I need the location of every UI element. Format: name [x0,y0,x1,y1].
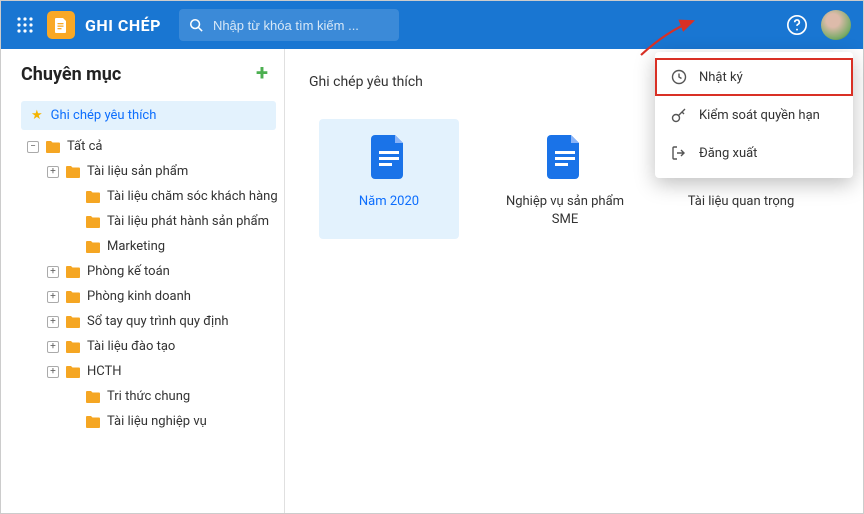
app-header: GHI CHÉP [1,1,863,49]
folder-icon [45,140,61,154]
tree-item[interactable]: + Tài liệu đào tạo [13,334,276,359]
app-logo-icon [47,11,75,39]
tree-item-label: Tài liệu sản phẩm [87,164,188,179]
tree-item[interactable]: Tài liệu chăm sóc khách hàng [13,184,276,209]
folder-icon [85,415,101,429]
tree-item-label: Tài liệu phát hành sản phẩm [107,214,269,229]
tree-item-label: Tất cả [67,139,102,154]
sidebar-favorite-item[interactable]: ★ Ghi chép yêu thích [21,101,276,130]
grid-item[interactable]: Nghiệp vụ sản phẩm SME [495,119,635,239]
sidebar-header: Chuyên mục + [1,49,284,97]
tree-item[interactable]: + Phòng kế toán [13,259,276,284]
main-title: Ghi chép yêu thích [309,74,423,90]
key-icon [671,107,687,123]
collapse-icon[interactable]: − [27,141,39,153]
search-icon [189,18,203,32]
folder-icon [85,190,101,204]
tree-item[interactable]: Tài liệu phát hành sản phẩm [13,209,276,234]
folder-icon [65,340,81,354]
category-tree: ★ Ghi chép yêu thích − Tất cả + Tài liệu… [1,97,284,513]
tree-item[interactable]: + Sổ tay quy trình quy định [13,309,276,334]
folder-icon [85,240,101,254]
sidebar-title: Chuyên mục [21,64,121,85]
menu-item-logout[interactable]: Đăng xuất [655,134,853,172]
document-icon [369,133,409,181]
menu-item-permissions[interactable]: Kiểm soát quyền hạn [655,96,853,134]
tree-item-root[interactable]: − Tất cả [13,134,276,159]
grid-item[interactable]: Năm 2020 [319,119,459,239]
folder-icon [85,390,101,404]
tree-item-label: Tài liệu chăm sóc khách hàng [107,189,278,204]
menu-item-history[interactable]: Nhật ký [655,58,853,96]
grid-item-label: Năm 2020 [359,193,419,227]
folder-icon [65,290,81,304]
tree-item-label: Marketing [107,239,165,254]
tree-item-label: Phòng kế toán [87,264,170,279]
folder-icon [85,215,101,229]
tree-item-label: Tri thức chung [107,389,190,404]
history-icon [671,69,687,85]
menu-item-label: Đăng xuất [699,146,757,161]
expand-icon[interactable]: + [47,166,59,178]
tree-item[interactable]: + HCTH [13,359,276,384]
tree-item-label: Tài liệu nghiệp vụ [107,414,207,429]
tree-item-label: Tài liệu đào tạo [87,339,175,354]
folder-icon [65,315,81,329]
menu-item-label: Nhật ký [699,70,743,85]
expand-icon[interactable]: + [47,266,59,278]
help-icon[interactable] [783,11,811,39]
tree-item-label: Sổ tay quy trình quy định [87,314,229,329]
folder-icon [65,165,81,179]
tree-item[interactable]: Tri thức chung [13,384,276,409]
main-area: Ghi chép yêu thích Năm 2020 Nghiệp vụ sả… [285,49,863,513]
user-menu: Nhật ký Kiểm soát quyền hạn Đăng xuất [655,52,853,178]
add-category-button[interactable]: + [256,63,268,85]
expand-icon[interactable]: + [47,316,59,328]
logout-icon [671,145,687,161]
body: Chuyên mục + ★ Ghi chép yêu thích − Tất … [1,49,863,513]
folder-icon [65,365,81,379]
star-icon: ★ [31,108,43,123]
document-icon [545,133,585,181]
grid-item-label: Nghiệp vụ sản phẩm SME [501,193,629,229]
apps-grid-icon[interactable] [13,13,37,37]
sidebar: Chuyên mục + ★ Ghi chép yêu thích − Tất … [1,49,285,513]
tree-item-label: Phòng kinh doanh [87,289,191,304]
search-input[interactable] [211,17,391,34]
folder-icon [65,265,81,279]
app-title: GHI CHÉP [85,16,161,35]
search-box[interactable] [179,9,399,41]
tree-item[interactable]: Marketing [13,234,276,259]
avatar[interactable] [821,10,851,40]
tree-item[interactable]: Tài liệu nghiệp vụ [13,409,276,434]
tree-item-label: HCTH [87,364,122,379]
tree-item[interactable]: + Phòng kinh doanh [13,284,276,309]
menu-item-label: Kiểm soát quyền hạn [699,108,820,123]
expand-icon[interactable]: + [47,366,59,378]
expand-icon[interactable]: + [47,341,59,353]
sidebar-favorite-label: Ghi chép yêu thích [51,108,157,123]
grid-item-label: Tài liệu quan trọng [688,193,795,227]
tree-item[interactable]: + Tài liệu sản phẩm [13,159,276,184]
expand-icon[interactable]: + [47,291,59,303]
